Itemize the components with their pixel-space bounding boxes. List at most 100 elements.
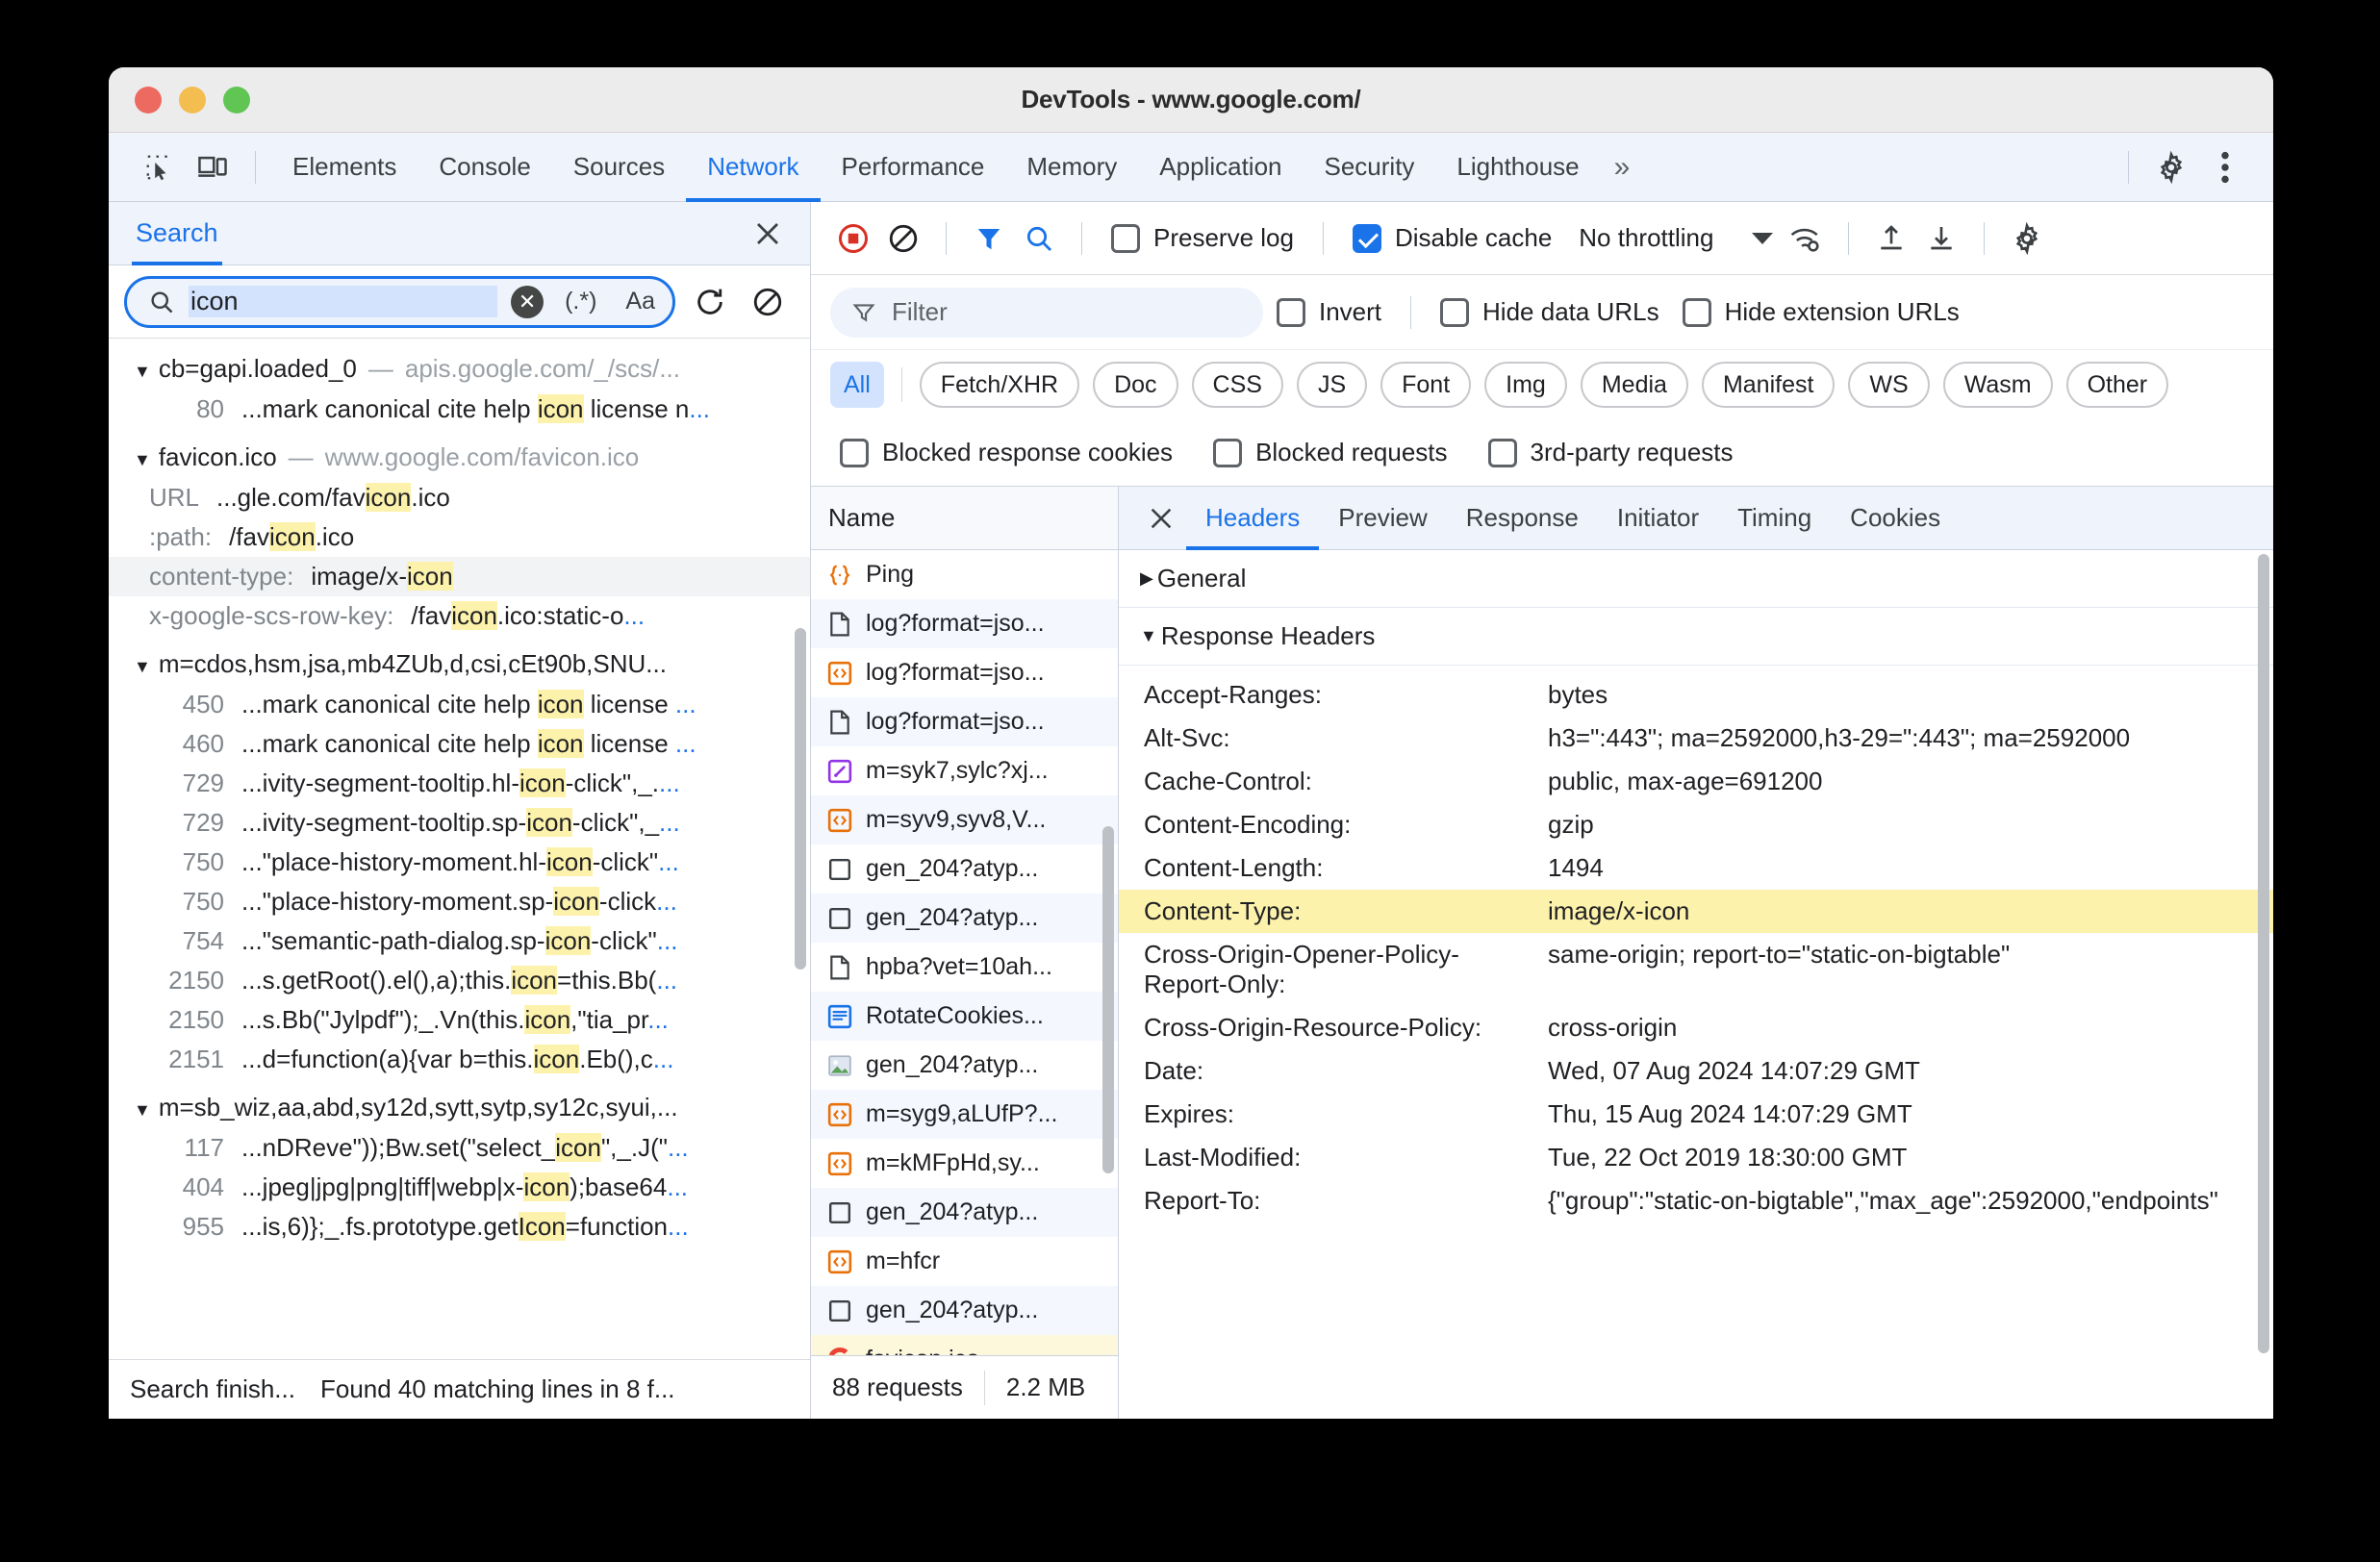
- type-filter-img[interactable]: Img: [1484, 362, 1567, 408]
- detail-tab-timing[interactable]: Timing: [1718, 487, 1831, 550]
- search-network-icon[interactable]: [1016, 215, 1062, 262]
- hide-data-urls-checkbox[interactable]: Hide data URLs: [1431, 297, 1669, 327]
- search-group-header[interactable]: ▼ m=cdos,hsm,jsa,mb4ZUb,d,csi,cEt90b,SNU.…: [109, 643, 810, 685]
- third-party-requests-checkbox[interactable]: 3rd-party requests: [1479, 438, 1743, 467]
- tab-security[interactable]: Security: [1304, 133, 1436, 202]
- network-settings-gear-icon[interactable]: [2004, 215, 2050, 262]
- search-group-header[interactable]: ▼ m=sb_wiz,aa,abd,sy12d,sytt,sytp,sy12c,s…: [109, 1087, 810, 1128]
- request-row[interactable]: log?format=jso...: [811, 599, 1118, 648]
- request-row[interactable]: gen_204?atyp...: [811, 894, 1118, 943]
- response-header-row[interactable]: Report-To: {"group":"static-on-bigtable",…: [1119, 1179, 2273, 1222]
- search-input[interactable]: icon ✕ (.*) Aa: [124, 275, 675, 328]
- response-header-row[interactable]: Cross-Origin-Opener-Policy-Report-Only: s…: [1119, 933, 2273, 1006]
- type-filter-all[interactable]: All: [830, 362, 884, 408]
- search-result-line[interactable]: 729 ...ivity-segment-tooltip.hl-icon-clic…: [109, 764, 810, 803]
- blocked-response-cookies-checkbox[interactable]: Blocked response cookies: [830, 438, 1182, 467]
- detail-tab-response[interactable]: Response: [1447, 487, 1598, 550]
- type-filter-wasm[interactable]: Wasm: [1942, 362, 2053, 408]
- search-result-line[interactable]: 754 ..."semantic-path-dialog.sp-icon-clic…: [109, 921, 810, 961]
- request-row[interactable]: favicon.ico: [811, 1335, 1118, 1355]
- request-row[interactable]: Ping: [811, 550, 1118, 599]
- response-header-row[interactable]: Content-Encoding: gzip: [1119, 803, 2273, 846]
- tab-application[interactable]: Application: [1138, 133, 1303, 202]
- type-filter-media[interactable]: Media: [1580, 362, 1688, 408]
- section-general[interactable]: ▶ General: [1119, 550, 2273, 608]
- request-row[interactable]: m=hfcr: [811, 1237, 1118, 1286]
- more-tabs-chevron-icon[interactable]: »: [1601, 133, 1644, 202]
- tab-performance[interactable]: Performance: [821, 133, 1006, 202]
- search-result-line[interactable]: 750 ..."place-history-moment.hl-icon-clic…: [109, 843, 810, 882]
- tab-elements[interactable]: Elements: [271, 133, 418, 202]
- throttling-select[interactable]: No throttling: [1565, 223, 1779, 253]
- response-header-row[interactable]: Content-Type: image/x-icon: [1119, 890, 2273, 933]
- regex-toggle-button[interactable]: (.*): [557, 284, 604, 319]
- search-result-line[interactable]: 2151 ...d=function(a){var b=this.icon.Eb(…: [109, 1040, 810, 1079]
- type-filter-doc[interactable]: Doc: [1093, 362, 1178, 408]
- clear-network-log-icon[interactable]: [880, 215, 926, 262]
- response-header-row[interactable]: Accept-Ranges: bytes: [1119, 673, 2273, 717]
- search-result-line[interactable]: content-type: image/x-icon: [109, 557, 810, 596]
- filter-funnel-icon[interactable]: [966, 215, 1012, 262]
- request-list-scroll-thumb[interactable]: [1102, 826, 1114, 1174]
- search-result-line[interactable]: 460 ...mark canonical cite help icon lice…: [109, 724, 810, 764]
- response-header-row[interactable]: Expires: Thu, 15 Aug 2024 14:07:29 GMT: [1119, 1093, 2273, 1136]
- request-row[interactable]: log?format=jso...: [811, 697, 1118, 746]
- search-results[interactable]: ▼ cb=gapi.loaded_0 — apis.google.com/_/scs/…: [109, 339, 810, 1359]
- request-row[interactable]: m=kMFpHd,sy...: [811, 1139, 1118, 1188]
- invert-checkbox[interactable]: Invert: [1267, 297, 1391, 327]
- refresh-search-icon[interactable]: [687, 279, 733, 325]
- search-result-line[interactable]: 2150 ...s.Bb("Jylpdf");_.Vn(this.icon,"ti…: [109, 1000, 810, 1040]
- request-row[interactable]: gen_204?atyp...: [811, 1188, 1118, 1237]
- search-result-line[interactable]: 80 ...mark canonical cite help icon licen…: [109, 390, 810, 429]
- request-row[interactable]: gen_204?atyp...: [811, 844, 1118, 894]
- search-results-scrollbar[interactable]: [795, 346, 806, 1351]
- clear-search-icon[interactable]: ✕: [511, 285, 544, 318]
- export-har-icon[interactable]: [1918, 215, 1964, 262]
- preserve-log-checkbox[interactable]: Preserve log: [1101, 223, 1304, 253]
- clear-results-icon[interactable]: [745, 279, 791, 325]
- response-header-row[interactable]: Date: Wed, 07 Aug 2024 14:07:29 GMT: [1119, 1049, 2273, 1093]
- search-result-line[interactable]: URL ...gle.com/favicon.ico: [109, 478, 810, 517]
- type-filter-fetch-xhr[interactable]: Fetch/XHR: [919, 362, 1080, 408]
- close-drawer-icon[interactable]: [747, 213, 789, 255]
- tab-console[interactable]: Console: [418, 133, 551, 202]
- type-filter-ws[interactable]: WS: [1848, 362, 1930, 408]
- tab-sources[interactable]: Sources: [552, 133, 686, 202]
- search-group-header[interactable]: ▼ favicon.ico — www.google.com/favicon.ico: [109, 437, 810, 478]
- import-har-icon[interactable]: [1868, 215, 1914, 262]
- search-result-line[interactable]: 750 ..."place-history-moment.sp-icon-clic…: [109, 882, 810, 921]
- request-row[interactable]: log?format=jso...: [811, 648, 1118, 697]
- disable-cache-checkbox[interactable]: Disable cache: [1343, 223, 1561, 253]
- response-header-row[interactable]: Content-Length: 1494: [1119, 846, 2273, 890]
- request-row[interactable]: m=syv9,syv8,V...: [811, 795, 1118, 844]
- response-header-row[interactable]: Alt-Svc: h3=":443"; ma=2592000,h3-29=":44…: [1119, 717, 2273, 760]
- response-header-row[interactable]: Cross-Origin-Resource-Policy: cross-origi…: [1119, 1006, 2273, 1049]
- tab-lighthouse[interactable]: Lighthouse: [1435, 133, 1600, 202]
- more-options-kebab-icon[interactable]: [2198, 142, 2252, 192]
- tab-network[interactable]: Network: [686, 133, 820, 202]
- search-result-line[interactable]: :path: /favicon.ico: [109, 517, 810, 557]
- search-result-line[interactable]: 404 ...jpeg|jpg|png|tiff|webp|x-icon);bas…: [109, 1168, 810, 1207]
- search-result-line[interactable]: x-google-scs-row-key: /favicon.ico:static…: [109, 596, 810, 636]
- headers-body[interactable]: ▶ General ▼ Response Headers Accept-Rang…: [1119, 550, 2273, 1419]
- record-button[interactable]: [830, 215, 876, 262]
- request-row[interactable]: hpba?vet=10ah...: [811, 943, 1118, 992]
- network-conditions-icon[interactable]: [1783, 215, 1829, 262]
- search-result-line[interactable]: 955 ...is,6)};_.fs.prototype.getIcon=func…: [109, 1207, 810, 1247]
- request-list-column-header[interactable]: Name: [811, 487, 1118, 550]
- tab-memory[interactable]: Memory: [1005, 133, 1138, 202]
- request-row[interactable]: gen_204?atyp...: [811, 1286, 1118, 1335]
- section-response-headers[interactable]: ▼ Response Headers: [1119, 608, 2273, 666]
- search-result-line[interactable]: 117 ...nDReve"));Bw.set("select_icon",_.J…: [109, 1128, 810, 1168]
- tab-search[interactable]: Search: [132, 202, 222, 265]
- request-row[interactable]: m=syg9,aLUfP?...: [811, 1090, 1118, 1139]
- response-header-row[interactable]: Last-Modified: Tue, 22 Oct 2019 18:30:00 …: [1119, 1136, 2273, 1179]
- hide-extension-urls-checkbox[interactable]: Hide extension URLs: [1673, 297, 1969, 327]
- blocked-requests-checkbox[interactable]: Blocked requests: [1203, 438, 1456, 467]
- settings-gear-icon[interactable]: [2144, 142, 2198, 192]
- type-filter-js[interactable]: JS: [1296, 362, 1368, 408]
- device-toolbar-icon[interactable]: [186, 142, 240, 192]
- close-detail-icon[interactable]: [1136, 493, 1186, 543]
- detail-tab-initiator[interactable]: Initiator: [1598, 487, 1718, 550]
- request-list-scrollbar[interactable]: [1102, 558, 1114, 1348]
